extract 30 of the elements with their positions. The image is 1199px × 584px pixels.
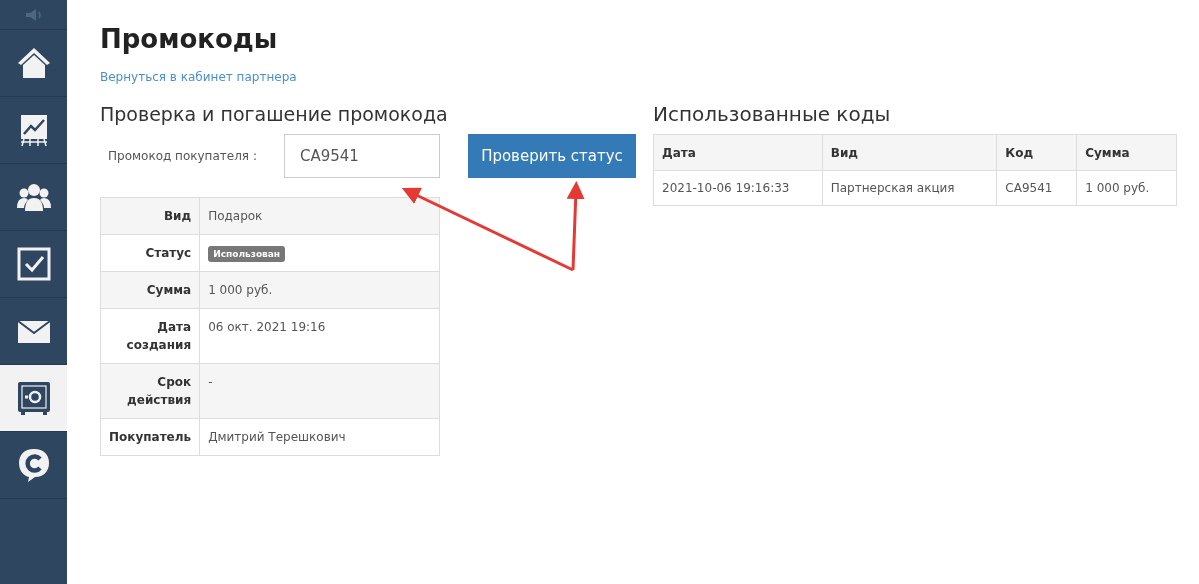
- field-label: Промокод покупателя :: [108, 148, 258, 165]
- column-header: Дата: [653, 134, 823, 171]
- detail-value: -: [199, 363, 440, 419]
- page-title: Промокоды: [100, 23, 279, 56]
- detail-value: 06 окт. 2021 19:16: [199, 308, 440, 364]
- detail-label: Покупатель: [100, 418, 200, 456]
- table-cell: 2021-10-06 19:16:33: [653, 170, 823, 206]
- section-heading: Использованные коды: [653, 101, 892, 128]
- status-badge: Использован: [208, 246, 286, 262]
- column-header: Код: [996, 134, 1077, 171]
- detail-label: Статус: [100, 234, 200, 272]
- table-cell: 1 000 руб.: [1076, 170, 1177, 206]
- column-header: Вид: [822, 134, 997, 171]
- check-status-button[interactable]: Проверить статус: [468, 134, 636, 178]
- detail-label: Дата создания: [100, 308, 200, 364]
- section-heading: Проверка и погашение промокода: [100, 102, 448, 127]
- checkbox-icon: [15, 246, 52, 282]
- back-link[interactable]: Вернуться в кабинет партнера: [100, 68, 297, 86]
- safe-icon: [15, 380, 52, 416]
- detail-label: Вид: [100, 197, 200, 235]
- sidebar-item[interactable]: [0, 365, 67, 432]
- table-cell: Партнерская акция: [822, 170, 997, 206]
- detail-value: Дмитрий Терешкович: [199, 418, 440, 456]
- detail-label: Сумма: [100, 271, 200, 309]
- table-cell: CA9541: [996, 170, 1077, 206]
- detail-value: Подарок: [199, 197, 440, 235]
- detail-value: 1 000 руб.: [199, 271, 440, 309]
- detail-label: Срок действия: [100, 363, 200, 419]
- column-header: Сумма: [1076, 134, 1177, 171]
- promo-code-field[interactable]: CA9541: [284, 134, 440, 178]
